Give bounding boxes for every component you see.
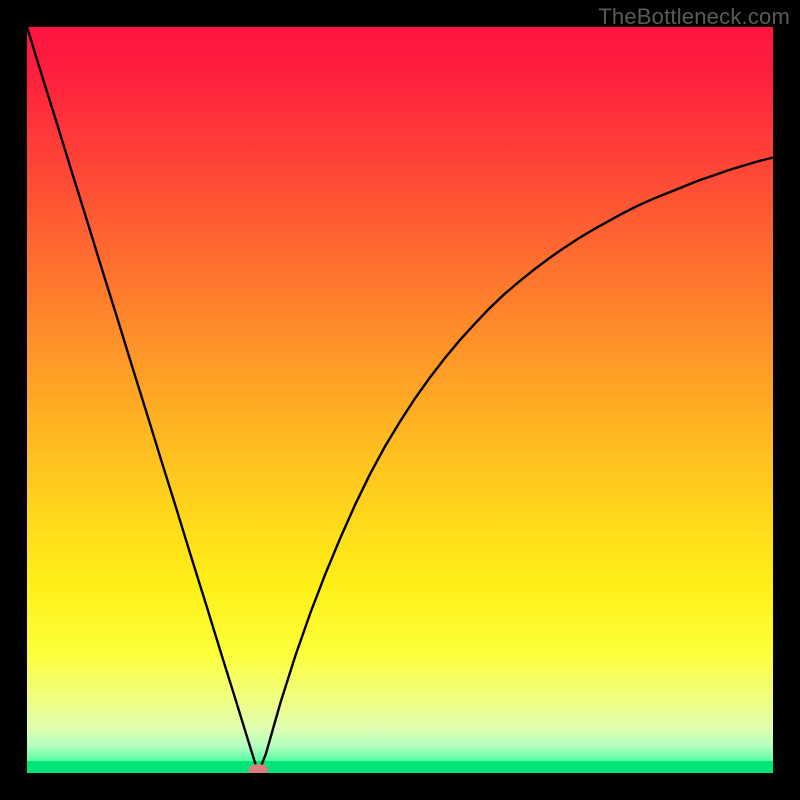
chart-container: TheBottleneck.com [0,0,800,800]
watermark-text: TheBottleneck.com [598,4,790,30]
bottleneck-chart [27,27,773,773]
gradient-background [27,27,773,773]
green-baseline [27,761,773,773]
